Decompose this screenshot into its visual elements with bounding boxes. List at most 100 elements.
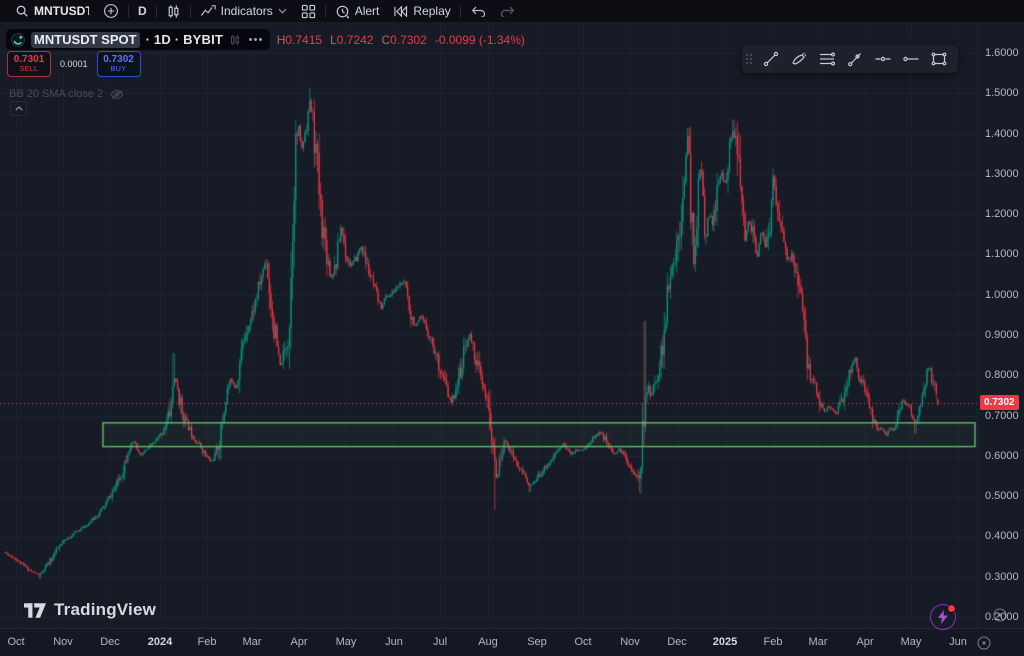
symbol-search-label: MNTUSDT [34, 4, 89, 18]
time-tick-label: 2024 [148, 636, 172, 648]
time-tick-label: Aug [478, 636, 498, 648]
time-tick-label: Apr [856, 636, 873, 648]
price-tick-label: 0.8000 [985, 369, 1019, 381]
mini-candles-icon [229, 34, 241, 46]
more-options-icon[interactable] [249, 38, 262, 41]
flash-feature-button[interactable] [930, 604, 956, 630]
time-tick-label: May [901, 636, 922, 648]
collapse-legend-button[interactable] [10, 101, 27, 116]
price-tick-label: 1.0000 [985, 289, 1019, 301]
time-tick-label: May [336, 636, 357, 648]
symbol-search-button[interactable]: MNTUSDT [8, 0, 96, 22]
undo-button[interactable] [463, 0, 493, 22]
time-tick-label: 2025 [713, 636, 737, 648]
eye-hidden-icon[interactable] [110, 89, 124, 100]
time-tick-label: Dec [667, 636, 687, 648]
time-tick-label: Mar [809, 636, 828, 648]
sell-label: SELL [20, 66, 39, 73]
sell-button[interactable]: 0.7301 SELL [7, 51, 51, 77]
buy-button[interactable]: 0.7302 BUY [97, 51, 141, 77]
plus-circle-icon [103, 3, 119, 19]
replay-icon [393, 5, 408, 18]
ohlc-change: -0.0099 (-1.34%) [435, 33, 525, 47]
candlestick-chart[interactable] [0, 22, 978, 628]
price-tick-label: 0.4000 [985, 530, 1019, 542]
ohlc-low: 0.7242 [337, 33, 374, 47]
brush-icon [790, 50, 808, 68]
rectangle-tool-button[interactable] [927, 47, 951, 71]
top-toolbar: MNTUSDT D Indicators Alert Replay [0, 0, 1024, 22]
indicators-button[interactable]: Indicators [193, 0, 294, 22]
symbol-meta: · 1D · BYBIT [146, 32, 224, 47]
tradingview-logo[interactable]: TradingView [24, 600, 156, 620]
alert-label: Alert [355, 4, 380, 18]
ray-line-tool-button[interactable] [843, 47, 867, 71]
layout-grid-button[interactable] [294, 0, 323, 22]
time-tick-label: Nov [620, 636, 640, 648]
timezone-icon[interactable] [976, 635, 992, 651]
ohlc-close: 0.7302 [390, 33, 427, 47]
rectangle-icon [930, 50, 948, 68]
replay-label: Replay [413, 4, 450, 18]
drawing-toolbar [742, 45, 958, 73]
spread-value: 0.0001 [60, 59, 88, 69]
indicators-icon [200, 4, 216, 19]
price-tick-label: 1.6000 [985, 47, 1019, 59]
time-tick-label: Jun [385, 636, 403, 648]
replay-button[interactable]: Replay [386, 0, 457, 22]
undo-icon [470, 5, 486, 17]
time-tick-label: Jul [433, 636, 447, 648]
fib-retracement-tool-button[interactable] [815, 47, 839, 71]
compare-add-button[interactable] [96, 0, 126, 22]
price-tick-label: 0.6000 [985, 450, 1019, 462]
toolbar-separator [325, 5, 326, 18]
alert-button[interactable]: Alert [328, 0, 387, 22]
price-tick-label: 0.5000 [985, 490, 1019, 502]
ohlc-high: 0.7415 [285, 33, 322, 47]
grid-layout-icon [301, 4, 316, 19]
time-tick-label: Sep [527, 636, 547, 648]
redo-icon [500, 5, 516, 17]
ohlc-close-label: C [381, 33, 390, 47]
drag-handle[interactable] [746, 54, 753, 65]
symbol-header-pill[interactable]: MNTUSDT SPOT · 1D · BYBIT [6, 29, 270, 50]
symbol-logo-icon [11, 33, 25, 47]
chart-pane[interactable] [0, 22, 978, 628]
toolbar-separator [190, 5, 191, 18]
fib-retracement-icon [818, 50, 836, 68]
toolbar-separator [460, 5, 461, 18]
time-axis[interactable]: OctNovDec2024FebMarAprMayJunJulAugSepOct… [0, 628, 1024, 656]
price-tick-label: 1.4000 [985, 128, 1019, 140]
buy-label: BUY [111, 66, 127, 73]
price-tick-label: 1.2000 [985, 208, 1019, 220]
ray-line-icon [846, 50, 864, 68]
brush-tool-button[interactable] [787, 47, 811, 71]
time-tick-label: Mar [243, 636, 262, 648]
trend-line-icon [762, 50, 780, 68]
time-tick-label: Oct [7, 636, 24, 648]
horizontal-line-tool-button[interactable] [871, 47, 895, 71]
trend-line-tool-button[interactable] [759, 47, 783, 71]
chart-style-button[interactable] [159, 0, 188, 22]
horizontal-ray-tool-button[interactable] [899, 47, 923, 71]
time-tick-label: Feb [198, 636, 217, 648]
indicator-legend-row[interactable]: BB 20 SMA close 2 [9, 88, 124, 100]
alarm-clock-icon [335, 4, 350, 19]
time-tick-label: Apr [290, 636, 307, 648]
sell-price: 0.7301 [14, 55, 45, 65]
horizontal-line-icon [874, 50, 892, 68]
symbol-title: MNTUSDT SPOT [31, 32, 140, 48]
price-tick-label: 0.9000 [985, 329, 1019, 341]
current-price-label: 0.7302 [980, 395, 1019, 410]
indicators-label: Indicators [221, 4, 273, 18]
indicator-legend-label: BB 20 SMA close 2 [9, 88, 103, 100]
price-tick-label: 1.5000 [985, 87, 1019, 99]
interval-label: D [138, 4, 147, 18]
price-axis[interactable]: 1.60001.50001.40001.30001.20001.10001.00… [977, 22, 1024, 628]
time-tick-label: Nov [53, 636, 73, 648]
time-tick-label: Jun [949, 636, 967, 648]
price-tick-label: 0.3000 [985, 571, 1019, 583]
interval-button[interactable]: D [131, 0, 154, 22]
redo-button[interactable] [493, 0, 523, 22]
candles-icon [166, 4, 181, 19]
